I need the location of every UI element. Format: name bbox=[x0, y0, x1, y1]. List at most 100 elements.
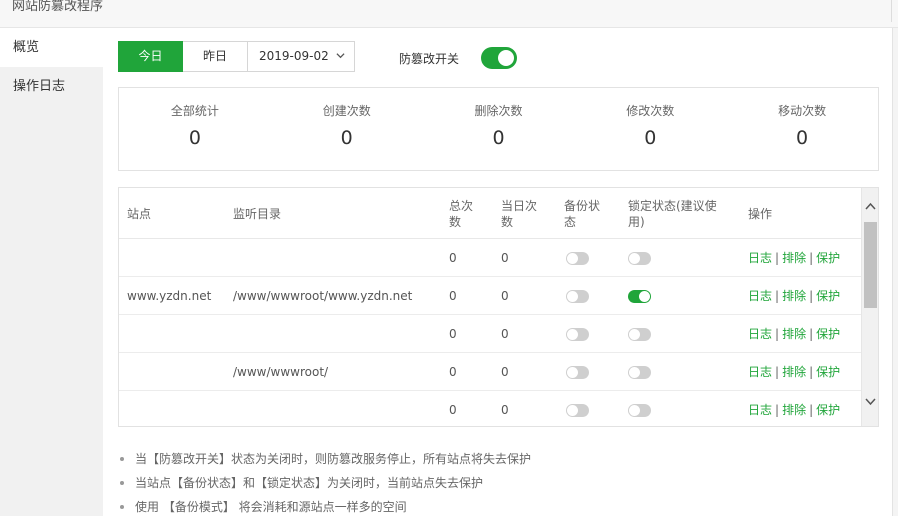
toggle-knob bbox=[629, 367, 640, 378]
protect-link[interactable]: 保护 bbox=[816, 289, 840, 303]
stat-value: 0 bbox=[796, 127, 809, 149]
toggle-knob bbox=[629, 329, 640, 340]
dir-cell bbox=[233, 239, 443, 277]
toggle-knob bbox=[567, 329, 578, 340]
action-separator: | bbox=[809, 289, 814, 303]
sidebar: 概览 操作日志 bbox=[0, 28, 103, 516]
backup-toggle[interactable] bbox=[566, 290, 589, 303]
site-cell bbox=[127, 239, 227, 277]
backup-toggle[interactable] bbox=[566, 366, 589, 379]
total-cell: 0 bbox=[449, 289, 457, 303]
help-note: 使用 【备份模式】 将会消耗和源站点一样多的空间 bbox=[119, 497, 531, 516]
column-header-dir: 监听目录 bbox=[233, 206, 282, 221]
today-cell: 0 bbox=[501, 403, 509, 417]
exclude-link[interactable]: 排除 bbox=[782, 365, 806, 379]
date-select-value: 2019-09-02 bbox=[259, 49, 329, 63]
stat-label: 全部统计 bbox=[170, 104, 219, 118]
site-cell: www.yzdn.net bbox=[127, 289, 212, 303]
lock-toggle[interactable] bbox=[628, 328, 651, 341]
row-actions: 日志 | 排除 | 保护 bbox=[748, 277, 840, 315]
stat-total: 全部统计 0 bbox=[119, 88, 271, 170]
log-link[interactable]: 日志 bbox=[748, 327, 772, 341]
dir-cell bbox=[233, 391, 443, 426]
help-note: 当站点【备份状态】和【锁定状态】为关闭时，当前站点失去保护 bbox=[119, 473, 531, 497]
table-scrollbar[interactable] bbox=[861, 188, 878, 426]
row-actions: 日志 | 排除 | 保护 bbox=[748, 391, 840, 426]
stat-value: 0 bbox=[188, 127, 201, 149]
exclude-link[interactable]: 排除 bbox=[782, 403, 806, 417]
site-table: 站点 监听目录 总次数 当日次数 备份状态 锁定状态(建议使用) 操作 0 0 … bbox=[118, 187, 879, 427]
toggle-knob bbox=[629, 405, 640, 416]
chevron-up-icon[interactable] bbox=[865, 202, 876, 210]
today-cell: 0 bbox=[501, 365, 509, 379]
stat-value: 0 bbox=[492, 127, 505, 149]
total-cell: 0 bbox=[449, 251, 457, 265]
help-note: 当【防篡改开关】状态为关闭时，则防篡改服务停止，所有站点将失去保护 bbox=[119, 449, 531, 473]
protect-link[interactable]: 保护 bbox=[816, 365, 840, 379]
backup-toggle[interactable] bbox=[566, 404, 589, 417]
action-separator: | bbox=[775, 365, 780, 379]
window-titlebar: 网站防篡改程序 bbox=[0, 0, 898, 28]
action-separator: | bbox=[775, 251, 780, 265]
column-header-today: 当日次数 bbox=[501, 198, 538, 229]
chevron-down-icon bbox=[336, 53, 345, 59]
action-separator: | bbox=[809, 327, 814, 341]
window-title: 网站防篡改程序 bbox=[12, 0, 104, 14]
sidebar-item-overview[interactable]: 概览 bbox=[0, 28, 103, 67]
log-link[interactable]: 日志 bbox=[748, 289, 772, 303]
scrollbar-thumb[interactable] bbox=[864, 222, 877, 308]
column-header-ops: 操作 bbox=[748, 206, 773, 221]
date-filter-group: 今日 昨日 2019-09-02 bbox=[118, 41, 355, 72]
column-header-site: 站点 bbox=[127, 206, 152, 221]
toggle-knob bbox=[567, 253, 578, 264]
backup-toggle[interactable] bbox=[566, 252, 589, 265]
table-row: 0 0 日志 | 排除 | 保护 bbox=[119, 315, 861, 353]
toggle-knob bbox=[639, 291, 650, 302]
lock-toggle[interactable] bbox=[628, 404, 651, 417]
row-actions: 日志 | 排除 | 保护 bbox=[748, 353, 840, 391]
stat-label: 移动次数 bbox=[778, 104, 827, 118]
protect-link[interactable]: 保护 bbox=[816, 251, 840, 265]
today-cell: 0 bbox=[501, 289, 509, 303]
column-header-backup: 备份状态 bbox=[564, 198, 601, 229]
main-panel: 今日 昨日 2019-09-02 防篡改开关 全部统计 0 创建次数 0 删除次… bbox=[103, 28, 892, 516]
today-cell: 0 bbox=[501, 327, 509, 341]
column-header-lock: 锁定状态(建议使用) bbox=[628, 198, 717, 229]
today-button[interactable]: 今日 bbox=[118, 41, 183, 72]
action-separator: | bbox=[809, 365, 814, 379]
lock-toggle[interactable] bbox=[628, 252, 651, 265]
stat-label: 删除次数 bbox=[474, 104, 523, 118]
lock-toggle[interactable] bbox=[628, 290, 651, 303]
toggle-knob bbox=[629, 253, 640, 264]
row-actions: 日志 | 排除 | 保护 bbox=[748, 315, 840, 353]
stats-panel: 全部统计 0 创建次数 0 删除次数 0 修改次数 0 移动次数 0 bbox=[118, 87, 879, 171]
log-link[interactable]: 日志 bbox=[748, 365, 772, 379]
site-cell bbox=[127, 391, 227, 426]
protect-link[interactable]: 保护 bbox=[816, 327, 840, 341]
action-separator: | bbox=[775, 327, 780, 341]
site-cell bbox=[127, 353, 227, 391]
stat-label: 创建次数 bbox=[322, 104, 371, 118]
chevron-down-icon[interactable] bbox=[865, 398, 876, 406]
table-row: 0 0 日志 | 排除 | 保护 bbox=[119, 391, 861, 426]
log-link[interactable]: 日志 bbox=[748, 251, 772, 265]
table-header: 站点 监听目录 总次数 当日次数 备份状态 锁定状态(建议使用) 操作 bbox=[119, 188, 861, 239]
backup-toggle[interactable] bbox=[566, 328, 589, 341]
yesterday-button[interactable]: 昨日 bbox=[183, 41, 248, 72]
column-header-total: 总次数 bbox=[449, 198, 474, 229]
tamper-switch-toggle[interactable] bbox=[481, 47, 518, 69]
table-row: www.yzdn.net /www/wwwroot/www.yzdn.net 0… bbox=[119, 277, 861, 315]
lock-toggle[interactable] bbox=[628, 366, 651, 379]
protect-link[interactable]: 保护 bbox=[816, 403, 840, 417]
dir-cell: /www/wwwroot/ bbox=[233, 365, 329, 379]
stat-value: 0 bbox=[644, 127, 657, 149]
sidebar-item-operation-log[interactable]: 操作日志 bbox=[0, 67, 103, 106]
exclude-link[interactable]: 排除 bbox=[782, 251, 806, 265]
date-select[interactable]: 2019-09-02 bbox=[248, 41, 355, 72]
stat-create: 创建次数 0 bbox=[271, 88, 423, 170]
exclude-link[interactable]: 排除 bbox=[782, 289, 806, 303]
log-link[interactable]: 日志 bbox=[748, 403, 772, 417]
dir-cell bbox=[233, 315, 443, 353]
exclude-link[interactable]: 排除 bbox=[782, 327, 806, 341]
stat-delete: 删除次数 0 bbox=[423, 88, 575, 170]
